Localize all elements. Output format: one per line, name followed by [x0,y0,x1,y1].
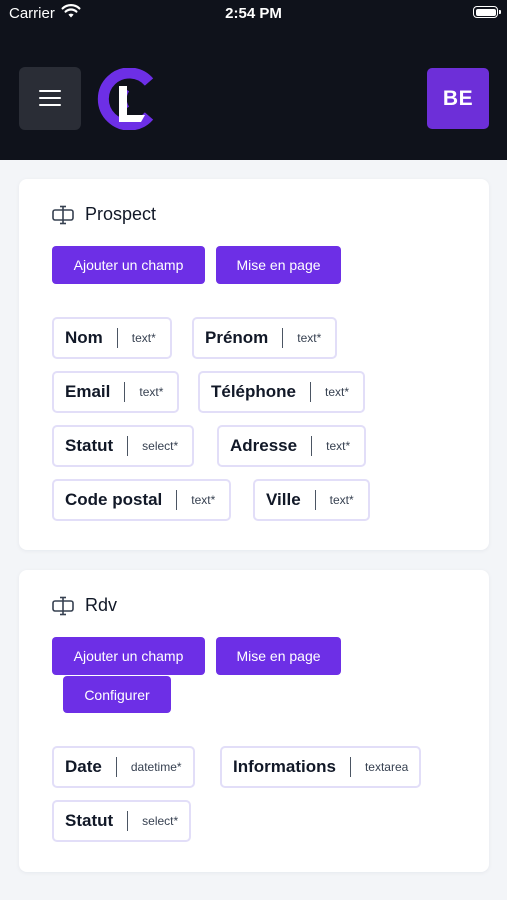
field-name: Email [65,382,111,401]
section-title: Rdv [85,595,118,615]
add-field-button[interactable]: Ajouter un champ [52,246,205,284]
app-logo [97,68,154,130]
field-name: Adresse [230,436,298,455]
field-name: Ville [266,490,301,509]
field-input-icon [52,596,74,615]
field-input-icon [52,205,74,224]
field-name: Informations [233,757,336,776]
field-type: text* [325,385,350,399]
configure-button[interactable]: Configurer [63,676,171,713]
field-name: Code postal [65,490,163,509]
field-type: textarea [364,760,409,774]
layout-button[interactable]: Mise en page [216,637,341,675]
section-title: Prospect [85,204,157,224]
section-card-prospect: Prospect Ajouter un champ Mise en page N… [19,179,489,550]
field-type: text* [329,493,354,507]
field-type: text* [139,385,164,399]
add-field-button[interactable]: Ajouter un champ [52,637,205,675]
field-chip-email[interactable]: Email text* [52,371,180,413]
field-chip-informations[interactable]: Informations textarea [220,746,422,788]
section-card-rdv: Rdv Ajouter un champ Mise en page Config… [19,570,489,872]
battery-icon [473,6,501,18]
field-chip-nom[interactable]: Nom text* [52,317,172,359]
field-type: text* [191,493,216,507]
clock: 2:54 PM [225,5,282,22]
field-name: Nom [65,328,103,347]
field-chip-statut[interactable]: Statut select* [52,800,192,842]
field-name: Prénom [205,328,269,347]
field-name: Statut [65,436,114,455]
field-chip-statut[interactable]: Statut select* [52,425,195,467]
field-name: Téléphone [211,382,297,401]
field-type: text* [326,439,351,453]
field-chip-telephone[interactable]: Téléphone text* [198,371,366,413]
layout-button[interactable]: Mise en page [216,246,341,284]
field-name: Date [65,757,102,776]
field-chip-ville[interactable]: Ville text* [253,479,370,521]
field-type: text* [297,331,322,345]
menu-button[interactable] [19,67,81,130]
field-type: select* [142,439,179,453]
field-chip-code-postal[interactable]: Code postal text* [52,479,232,521]
field-name: Statut [65,811,114,830]
status-bar: Carrier 2:54 PM [0,0,507,30]
user-avatar[interactable]: BE [427,68,489,129]
field-type: select* [142,814,179,828]
field-chip-date[interactable]: Date datetime* [52,746,195,788]
field-type: datetime* [130,760,182,774]
field-type: text* [131,331,156,345]
field-chip-adresse[interactable]: Adresse text* [217,425,367,467]
hamburger-icon [39,90,61,92]
field-chip-prenom[interactable]: Prénom text* [192,317,338,359]
app-header: Carrier 2:54 PM BE [0,0,507,160]
